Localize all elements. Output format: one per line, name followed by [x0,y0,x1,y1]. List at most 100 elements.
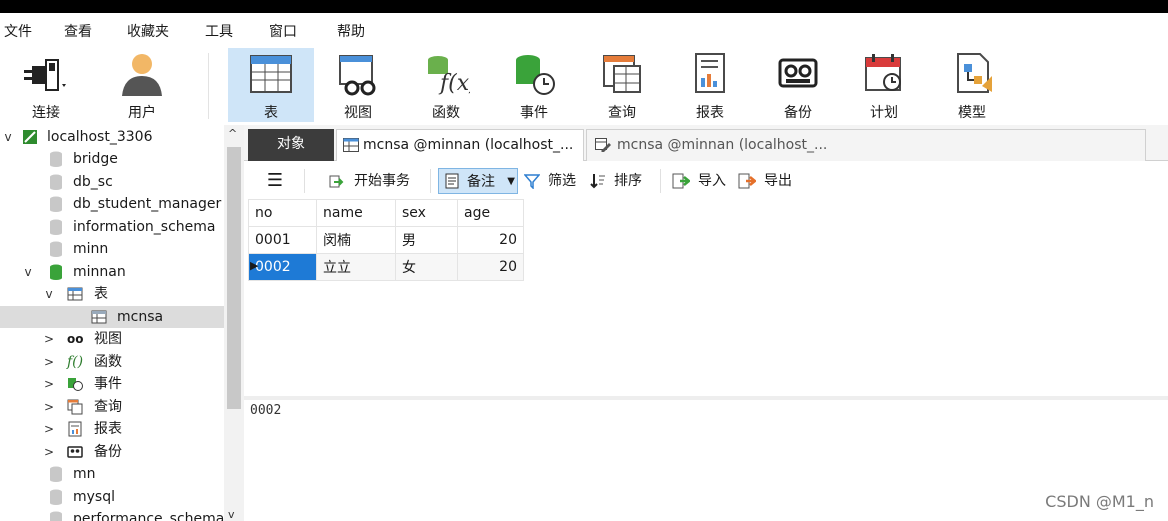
cell-name[interactable]: 立立 [316,253,396,281]
scrollbar-thumb[interactable] [227,147,241,409]
tree-db-label: bridge [73,151,118,167]
query-icon [603,55,641,93]
tree-db-bridge[interactable]: bridge [0,148,224,170]
function-label: 函数 [432,105,460,121]
cell-value-text[interactable]: 0002 [250,403,281,418]
chevron-right-icon[interactable]: > [43,328,55,350]
scroll-down-icon[interactable]: v [228,508,235,521]
tree-db-performance-schema[interactable]: performance_schema [0,508,224,521]
function-button[interactable]: f(x) 函数 [404,48,488,122]
tree-backups-label: 备份 [94,444,122,460]
chevron-down-icon[interactable]: v [2,126,14,148]
filter-label: 筛选 [548,173,576,189]
menu-window[interactable]: 窗口 [269,21,297,41]
tab-objects[interactable]: 对象 [248,129,334,161]
user-button[interactable]: 用户 [100,48,184,122]
tree-connection[interactable]: v localhost_3306 [0,126,224,148]
sort-button[interactable]: 排序 [590,168,642,194]
schedule-button[interactable]: 计划 [842,48,926,122]
tree-table-mcnsa[interactable]: mcnsa [0,306,224,328]
tree-db-db_sc[interactable]: db_sc [0,171,224,193]
plug-icon [24,59,66,91]
tree-db-minnan[interactable]: v minnan [0,261,224,283]
filter-button[interactable]: 筛选 [524,168,576,194]
chevron-down-icon[interactable]: v [22,261,34,283]
import-button[interactable]: 导入 [672,168,726,194]
cell-no[interactable]: 0001 [248,226,317,254]
tree-db-label: mysql [73,489,115,505]
tree-backups-group[interactable]: > 备份 [0,441,224,463]
tree-functions-group[interactable]: > f() 函数 [0,351,224,373]
chevron-right-icon[interactable]: > [43,418,55,440]
cell-sex[interactable]: 女 [395,253,458,281]
export-button[interactable]: 导出 [738,168,792,194]
cell-no[interactable]: 0002 [248,253,317,281]
data-toolbar: ☰ 开始事务 备注 ▼ 筛选 排序 导入 导出 [244,161,1168,199]
menu-icon[interactable]: ☰ [264,168,286,194]
report-button[interactable]: 报表 [668,48,752,122]
tree-db-mn[interactable]: mn [0,463,224,485]
tab-mcnsa-design[interactable]: mcnsa @minnan (localhost_... [586,129,1146,161]
menu-favorites[interactable]: 收藏夹 [127,21,169,41]
tab-mcnsa-table[interactable]: mcnsa @minnan (localhost_... [336,129,584,161]
cell-value-panel: 0002 CSDN @M1_n [244,400,1168,521]
scroll-up-icon[interactable]: ^ [228,127,237,140]
menu-help[interactable]: 帮助 [337,21,365,41]
grid-header-row: no name sex age [248,199,524,227]
tree-table-label: mcnsa [117,309,164,325]
event-button[interactable]: 事件 [492,48,576,122]
table-row[interactable]: 0001 闵楠 男 20 [248,226,524,254]
schedule-label: 计划 [870,105,898,121]
tree-events-group[interactable]: > 事件 [0,373,224,395]
data-grid: no name sex age 0001 闵楠 男 20 0002 立立 女 2… [248,199,524,281]
tab-strip: 对象 mcnsa @minnan (localhost_... mcnsa @m… [244,125,1168,161]
cell-sex[interactable]: 男 [395,226,458,254]
connect-button[interactable]: 连接 [4,48,88,122]
memo-button[interactable]: 备注 ▼ [438,168,518,194]
dropdown-arrow-icon[interactable]: ▼ [507,169,515,195]
tree-reports-group[interactable]: > 报表 [0,418,224,440]
tree-db-student-manager[interactable]: db_student_manager [0,193,224,215]
menu-bar: 文件 查看 收藏夹 工具 窗口 帮助 [0,13,1168,45]
menu-file[interactable]: 文件 [4,21,32,41]
event-icon [516,55,555,95]
begin-transaction-button[interactable]: 开始事务 [328,168,410,194]
cell-age[interactable]: 20 [457,253,524,281]
connect-label: 连接 [32,105,60,121]
table-row[interactable]: 0002 立立 女 20 [248,253,524,281]
tree-db-information-schema[interactable]: information_schema [0,216,224,238]
current-row-marker-icon: ▶ [250,259,259,272]
backup-button[interactable]: 备份 [756,48,840,122]
user-icon [122,54,162,96]
view-button[interactable]: 视图 [316,48,400,122]
column-header-name[interactable]: name [316,199,396,227]
database-icon [50,151,62,167]
query-button[interactable]: 查询 [580,48,664,122]
tree-views-group[interactable]: > oo 视图 [0,328,224,350]
cell-name[interactable]: 闵楠 [316,226,396,254]
tree-scrollbar[interactable]: ^ v [224,125,244,521]
import-label: 导入 [698,173,726,189]
tree-queries-group[interactable]: > 查询 [0,396,224,418]
chevron-right-icon[interactable]: > [43,351,55,373]
menu-view[interactable]: 查看 [64,21,92,41]
tree-db-minn[interactable]: minn [0,238,224,260]
table-button[interactable]: 表 [228,48,314,122]
filter-icon [524,174,540,189]
chevron-right-icon[interactable]: > [43,441,55,463]
begin-transaction-label: 开始事务 [354,173,410,189]
chevron-right-icon[interactable]: > [43,396,55,418]
cell-age[interactable]: 20 [457,226,524,254]
tree-tables-group[interactable]: v 表 [0,283,224,305]
chevron-down-icon[interactable]: v [43,283,55,305]
database-icon [50,196,62,212]
chevron-right-icon[interactable]: > [43,373,55,395]
menu-tools[interactable]: 工具 [205,21,233,41]
column-header-no[interactable]: no [248,199,317,227]
model-button[interactable]: 模型 [930,48,1014,122]
tree-db-mysql[interactable]: mysql [0,486,224,508]
model-icon [957,53,992,93]
column-header-age[interactable]: age [457,199,524,227]
column-header-sex[interactable]: sex [395,199,458,227]
query-icon [67,399,83,415]
